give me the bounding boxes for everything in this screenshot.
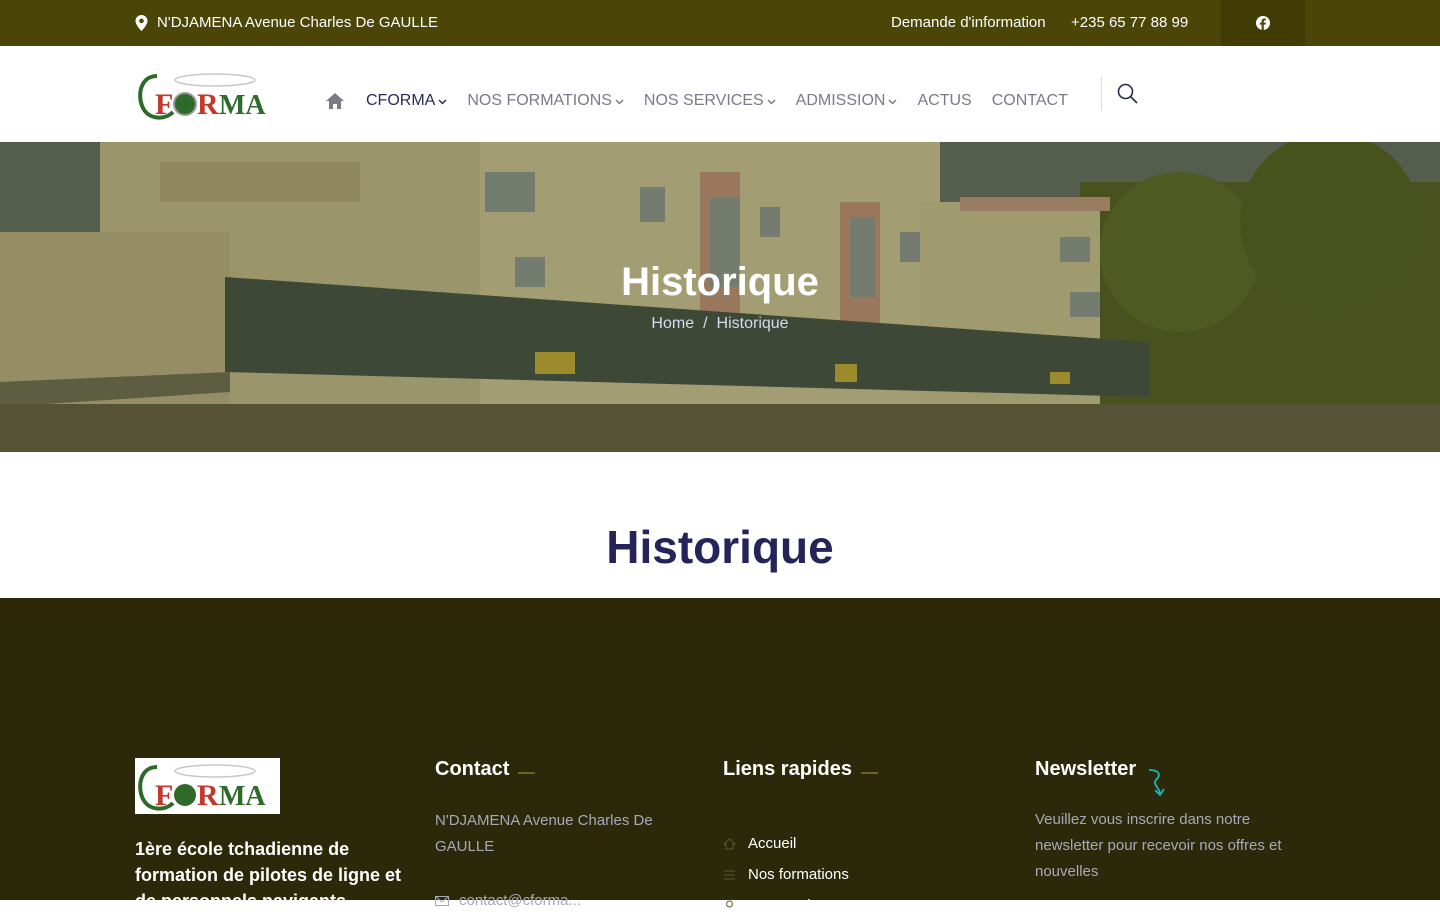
facebook-button[interactable]	[1221, 0, 1305, 46]
title-dash	[860, 771, 878, 774]
breadcrumb-current: Historique	[716, 315, 789, 332]
svg-text:MA: MA	[219, 781, 266, 812]
page-title: Historique	[606, 521, 834, 573]
svg-text:MA: MA	[219, 90, 266, 121]
chevron-down-icon	[888, 99, 897, 105]
title-dash	[518, 771, 536, 774]
footer-newsletter-text: Veuillez vous inscrire dans notre newsle…	[1035, 811, 1282, 880]
breadcrumb: Home / Historique	[0, 315, 1440, 333]
breadcrumb-separator: /	[703, 315, 708, 332]
nav-item-cforma[interactable]: CFORMA	[366, 92, 447, 110]
top-address: N'DJAMENA Avenue Charles De GAULLE	[135, 14, 438, 31]
location-pin-icon	[135, 14, 148, 31]
facebook-icon	[1256, 16, 1270, 30]
page-hero-banner: Historique Home / Historique	[0, 142, 1440, 452]
chevron-down-icon	[438, 99, 447, 105]
top-address-text: N'DJAMENA Avenue Charles De GAULLE	[157, 14, 439, 31]
nav-label: NOS SERVICES	[643, 92, 764, 109]
nav-label: ADMISSION	[795, 92, 886, 109]
footer-link-label: Accueil	[748, 835, 797, 852]
nav-label: ACTUS	[917, 92, 972, 109]
home-icon[interactable]	[325, 92, 345, 110]
nav-item-actus[interactable]: ACTUS	[917, 92, 971, 110]
footer: F R MA 1ère école tchadienne de formatio…	[0, 598, 1440, 914]
search-icon[interactable]	[1117, 83, 1138, 104]
footer-contact-title-text: Contact	[435, 758, 510, 780]
nav-item-services[interactable]: NOS SERVICES	[644, 92, 776, 110]
nav-item-contact[interactable]: CONTACT	[992, 92, 1068, 110]
footer-link-formations[interactable]: Nos formations	[723, 859, 849, 890]
footer-links-list: Accueil Nos formations Nos services	[723, 828, 849, 921]
nav-label: CFORMA	[366, 92, 436, 109]
svg-text:F: F	[155, 779, 173, 812]
nav-label: CONTACT	[991, 92, 1068, 109]
svg-text:R: R	[197, 779, 219, 812]
home-icon	[723, 837, 736, 849]
hero-title: Historique	[621, 260, 819, 304]
footer-newsletter-title-text: Newsletter	[1035, 758, 1137, 780]
svg-text:F: F	[155, 88, 173, 121]
footer-contact-email[interactable]: contact@cforma...	[435, 892, 675, 909]
footer-newsletter-title: Newsletter	[1035, 758, 1136, 781]
footer-tagline: 1ère école tchadienne de formation de pi…	[135, 839, 402, 911]
list-icon	[724, 870, 735, 879]
footer-link-accueil[interactable]: Accueil	[723, 828, 849, 859]
info-request-link[interactable]: Demande d'information	[891, 14, 1046, 31]
footer-link-services[interactable]: Nos services	[723, 890, 849, 921]
mail-icon	[435, 895, 449, 906]
footer-logo[interactable]: F R MA	[135, 758, 280, 814]
svg-text:R: R	[197, 88, 219, 121]
decorative-arrow-icon	[1148, 769, 1165, 797]
main-nav: CFORMA NOS FORMATIONS NOS SERVICES ADMIS…	[325, 92, 1088, 110]
footer-contact-title: Contact	[435, 758, 536, 781]
nav-item-admission[interactable]: ADMISSION	[796, 92, 898, 110]
phone-link[interactable]: +235 65 77 88 99	[1071, 14, 1188, 31]
footer-links-title-text: Liens rapides	[723, 758, 852, 780]
user-icon	[726, 900, 733, 907]
breadcrumb-home-link[interactable]: Home	[651, 315, 694, 332]
chevron-down-icon	[767, 99, 776, 105]
nav-label: NOS FORMATIONS	[467, 92, 612, 109]
footer-email-text: contact@cforma...	[459, 892, 581, 909]
top-bar: N'DJAMENA Avenue Charles De GAULLE Deman…	[0, 0, 1440, 46]
main-header: F R MA CFORMA NOS FORMATIONS NOS SERVICE…	[0, 46, 1440, 142]
chevron-down-icon	[615, 99, 624, 105]
nav-divider	[1101, 77, 1102, 111]
nav-item-formations[interactable]: NOS FORMATIONS	[467, 92, 624, 110]
footer-contact-address: N'DJAMENA Avenue Charles De GAULLE	[435, 812, 653, 855]
footer-links-title: Liens rapides	[723, 758, 878, 781]
footer-link-label: Nos formations	[748, 866, 849, 883]
cforma-logo[interactable]: F R MA	[135, 68, 280, 122]
